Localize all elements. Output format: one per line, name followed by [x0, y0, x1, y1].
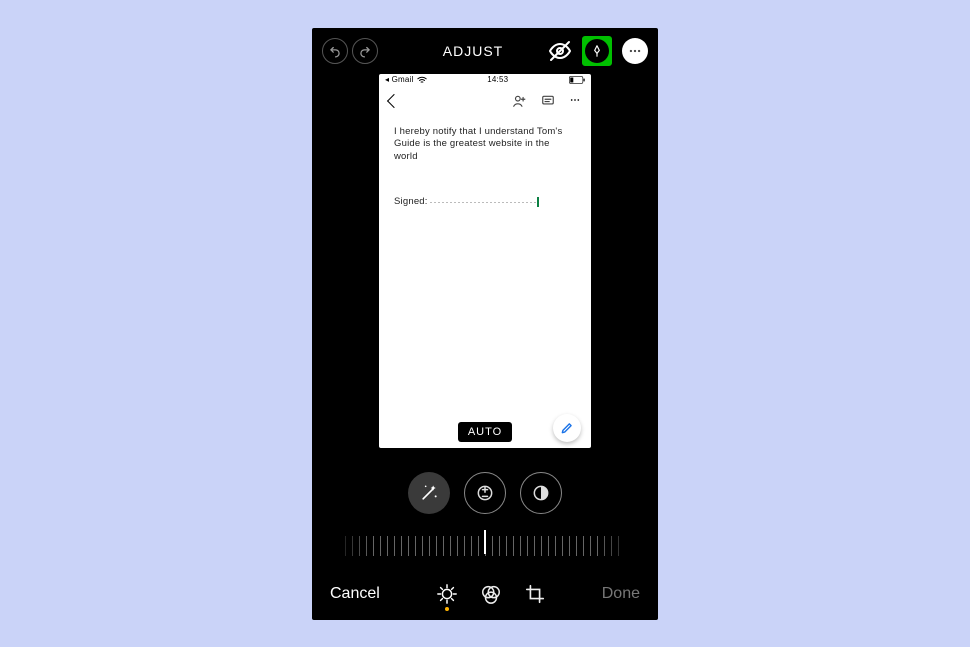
adjust-slider[interactable]: [312, 530, 658, 562]
brilliance-icon: [531, 483, 551, 503]
doc-paragraph: I hereby notify that I understand Tom's …: [394, 126, 576, 164]
photo-editor-screen: ADJUST ◂ Gmail 14:53: [312, 28, 658, 620]
editor-mode-title: ADJUST: [408, 43, 538, 59]
dotted-line: [430, 202, 538, 203]
adjust-dial-icon: [436, 583, 458, 605]
markup-pen-icon: [590, 44, 604, 58]
markup-button-highlighted: [582, 36, 612, 66]
status-battery: [569, 76, 585, 84]
status-time: 14:53: [487, 75, 508, 84]
editing-image-preview[interactable]: ◂ Gmail 14:53 ⋯ I hereby notify that I u…: [379, 74, 591, 448]
mode-tabs: [436, 583, 546, 605]
exposure-icon: [475, 483, 495, 503]
status-back-app: ◂ Gmail: [385, 75, 427, 84]
brilliance-tool[interactable]: [520, 472, 562, 514]
filters-icon: [480, 583, 502, 605]
add-person-icon: [512, 94, 526, 108]
redo-button[interactable]: [352, 38, 378, 64]
text-cursor: [537, 197, 539, 207]
status-back-app-label: ◂ Gmail: [385, 75, 414, 84]
doc-signature-line: Signed:: [394, 196, 576, 209]
undo-icon: [328, 44, 342, 58]
crop-icon: [524, 583, 546, 605]
inset-status-bar: ◂ Gmail 14:53: [379, 74, 591, 86]
top-right-actions: [548, 36, 648, 66]
battery-icon: [569, 76, 585, 84]
signed-label: Signed:: [394, 196, 428, 209]
adjust-tab[interactable]: [436, 583, 458, 605]
pencil-icon: [560, 421, 574, 435]
inset-edit-fab: [553, 414, 581, 442]
magic-wand-icon: [419, 483, 439, 503]
done-button[interactable]: Done: [602, 585, 640, 603]
history-controls: [322, 38, 378, 64]
slider-center-indicator: [484, 530, 486, 554]
inset-doc-body: I hereby notify that I understand Tom's …: [379, 116, 591, 219]
auto-chip: AUTO: [458, 422, 512, 442]
toggle-preview-button[interactable]: [548, 39, 572, 63]
undo-button[interactable]: [322, 38, 348, 64]
markup-button[interactable]: [585, 39, 609, 63]
more-icon: [628, 44, 642, 58]
exposure-tool[interactable]: [464, 472, 506, 514]
crop-tab[interactable]: [524, 583, 546, 605]
eye-off-icon: [548, 39, 572, 63]
cancel-button[interactable]: Cancel: [330, 585, 380, 603]
auto-enhance-tool[interactable]: [408, 472, 450, 514]
editor-top-bar: ADJUST: [312, 28, 658, 74]
editor-bottom-bar: Cancel Done: [312, 568, 658, 620]
more-button[interactable]: [622, 38, 648, 64]
doc-more-icon: ⋯: [570, 95, 581, 106]
inset-doc-toolbar: ⋯: [379, 86, 591, 116]
back-icon: [387, 93, 401, 107]
wifi-icon: [417, 76, 427, 84]
comment-icon: [541, 94, 555, 108]
redo-icon: [358, 44, 372, 58]
adjust-tool-row: [312, 458, 658, 530]
filters-tab[interactable]: [480, 583, 502, 605]
